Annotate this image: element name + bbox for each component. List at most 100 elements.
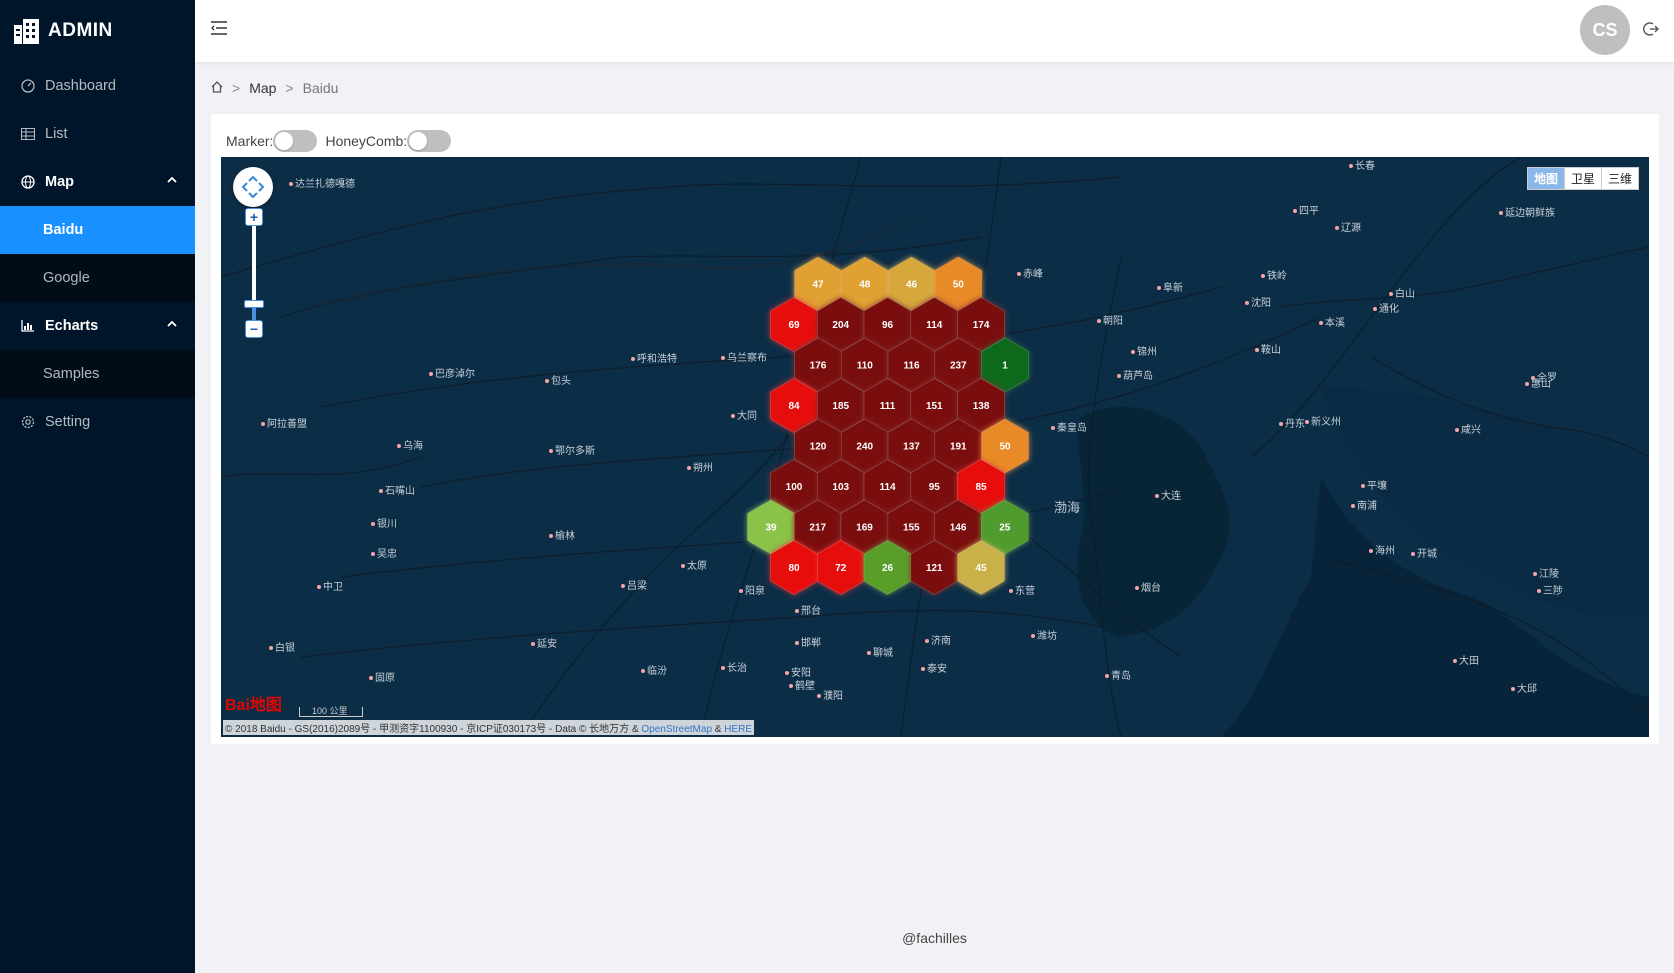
honeycomb-cell-value: 146 — [950, 523, 967, 534]
honeycomb-cell-value: 114 — [879, 482, 896, 493]
honeycomb-cell-value: 155 — [903, 523, 920, 534]
honeycomb-cell-value: 69 — [788, 320, 800, 331]
map-copyright: © 2018 Baidu - GS(2016)2089号 - 甲测资字11009… — [223, 720, 755, 735]
map-type-switcher: 地图 卫星 三维 — [1526, 167, 1639, 190]
baidu-map[interactable]: 达兰扎德嘎德 长春 四平 辽源 延边朝鲜族 赤峰 阜新 铁岭 沈阳 白山 通化 朝阳 本溪 锦州 鞍山 葫芦岛… — [221, 157, 1649, 737]
sidebar: ADMIN Dashboard List Map Baidu Google Ec… — [0, 0, 195, 973]
honeycomb-cell-value: 39 — [765, 523, 777, 534]
content-panel: Marker: HoneyComb: 达兰扎德嘎德 长春 四平 辽源 延边朝鲜族… — [211, 114, 1659, 744]
submenu-echarts: Samples — [0, 350, 195, 398]
honeycomb-cell-value: 120 — [810, 442, 827, 453]
honeycomb-cell-value: 240 — [856, 442, 873, 453]
map-type-map-button[interactable]: 地图 — [1527, 168, 1564, 189]
honeycomb-cell-value: 103 — [832, 482, 849, 493]
app-logo[interactable]: ADMIN — [0, 0, 195, 62]
copyright-text: © 2018 Baidu - GS(2016)2089号 - 甲测资字11009… — [225, 724, 642, 735]
pan-control[interactable] — [233, 167, 273, 207]
honeycomb-cell-value: 204 — [832, 320, 849, 331]
footer-text: @fachilles — [902, 930, 967, 946]
honeycomb-cell-value: 174 — [973, 320, 990, 331]
sidebar-item-dashboard[interactable]: Dashboard — [0, 62, 195, 110]
gear-icon — [20, 414, 36, 430]
sidebar-item-echarts[interactable]: Echarts — [0, 302, 195, 350]
menu-fold-icon[interactable] — [211, 21, 227, 40]
map-type-satellite-button[interactable]: 卫星 — [1563, 168, 1601, 189]
app-title: ADMIN — [48, 20, 113, 41]
honeycomb-cell-value: 45 — [975, 563, 987, 574]
zoom-slider-handle[interactable] — [244, 300, 264, 308]
chevron-up-icon — [167, 176, 177, 183]
honeycomb-layer: 47 48 46 50 69 204 96 114 174 176 110 116 237 1 84 185 1… — [747, 256, 1029, 595]
osm-link[interactable]: OpenStreetMap — [641, 724, 712, 735]
sidebar-item-label: Dashboard — [45, 78, 116, 94]
home-icon[interactable] — [211, 80, 223, 96]
sidebar-item-label: List — [45, 126, 68, 142]
map-type-3d-button[interactable]: 三维 — [1600, 168, 1638, 189]
marker-toggle-label: Marker: — [226, 133, 274, 149]
sidebar-item-baidu[interactable]: Baidu — [0, 206, 195, 254]
baidu-logo: Bai地图 — [225, 697, 282, 714]
map-scale: 100 公里 — [299, 707, 363, 717]
honeycomb-cell-value: 138 — [973, 401, 990, 412]
honeycomb-cell-value: 50 — [953, 280, 965, 291]
sidebar-item-label: Google — [43, 270, 90, 286]
chevron-up-icon — [167, 320, 177, 327]
honeycomb-cell-value: 84 — [788, 401, 800, 412]
honeycomb-cell-value: 26 — [882, 563, 894, 574]
sidebar-item-list[interactable]: List — [0, 110, 195, 158]
honeycomb-cell-value: 48 — [859, 280, 871, 291]
logout-icon[interactable] — [1643, 21, 1659, 42]
sidebar-item-samples[interactable]: Samples — [0, 350, 195, 398]
zoom-in-button[interactable]: + — [245, 208, 263, 226]
honeycomb-cell-value: 217 — [809, 523, 826, 534]
honeycomb-cell-value: 50 — [999, 442, 1011, 453]
honeycomb-cell-value: 237 — [950, 361, 967, 372]
sidebar-item-label: Echarts — [45, 318, 99, 334]
honeycomb-cell-value: 47 — [812, 280, 824, 291]
marker-toggle[interactable] — [273, 130, 318, 152]
chart-icon — [20, 318, 36, 334]
honeycomb-cell-value: 176 — [810, 361, 827, 372]
breadcrumb-separator: > — [232, 80, 241, 96]
honeycomb-cell-value: 114 — [926, 320, 943, 331]
honeycomb-cell-value: 100 — [786, 482, 803, 493]
breadcrumb-item-map[interactable]: Map — [249, 80, 276, 96]
honeycomb-cell-value: 72 — [835, 563, 847, 574]
avatar[interactable]: CS — [1580, 5, 1630, 55]
table-icon — [20, 126, 36, 142]
sidebar-item-google[interactable]: Google — [0, 254, 195, 302]
honeycomb-cell-value: 185 — [832, 401, 849, 412]
here-link[interactable]: HERE — [724, 724, 752, 735]
honeycomb-cell-value: 80 — [788, 563, 800, 574]
honeycomb-cell-value: 191 — [950, 442, 967, 453]
honeycomb-cell-value: 1 — [1002, 361, 1008, 372]
sidebar-item-setting[interactable]: Setting — [0, 398, 195, 446]
honeycomb-cell-value: 137 — [903, 442, 920, 453]
breadcrumb: > Map > Baidu — [211, 80, 338, 96]
honeycomb-cell-value: 25 — [999, 523, 1011, 534]
sidebar-item-map[interactable]: Map — [0, 158, 195, 206]
sidebar-item-label: Samples — [43, 366, 100, 382]
honeycomb-cell-value: 121 — [926, 563, 943, 574]
building-icon — [14, 19, 39, 44]
breadcrumb-separator: > — [285, 80, 294, 96]
honeycomb-cell-value: 116 — [903, 361, 920, 372]
honeycomb-cell-value: 96 — [882, 320, 894, 331]
sidebar-item-label: Setting — [45, 414, 91, 430]
sidebar-item-label: Baidu — [43, 222, 84, 238]
submenu-map: Baidu Google — [0, 206, 195, 302]
zoom-out-button[interactable]: − — [245, 320, 263, 338]
breadcrumb-item-baidu: Baidu — [302, 80, 339, 96]
honeycomb-cell-value: 95 — [929, 482, 941, 493]
honeycomb-toggle-label: HoneyComb: — [325, 133, 408, 149]
pan-arrows-icon — [241, 175, 265, 199]
honeycomb-cell-value: 110 — [857, 361, 874, 372]
honeycomb-toggle[interactable] — [407, 130, 452, 152]
honeycomb-cell-value: 151 — [926, 401, 943, 412]
layer-toggles: Marker: HoneyComb: — [226, 130, 459, 152]
globe-icon — [20, 174, 36, 190]
sidebar-item-label: Map — [45, 174, 74, 190]
top-header: CS — [195, 0, 1674, 62]
honeycomb-cell-value: 169 — [856, 523, 873, 534]
honeycomb-cell-value: 46 — [906, 280, 918, 291]
